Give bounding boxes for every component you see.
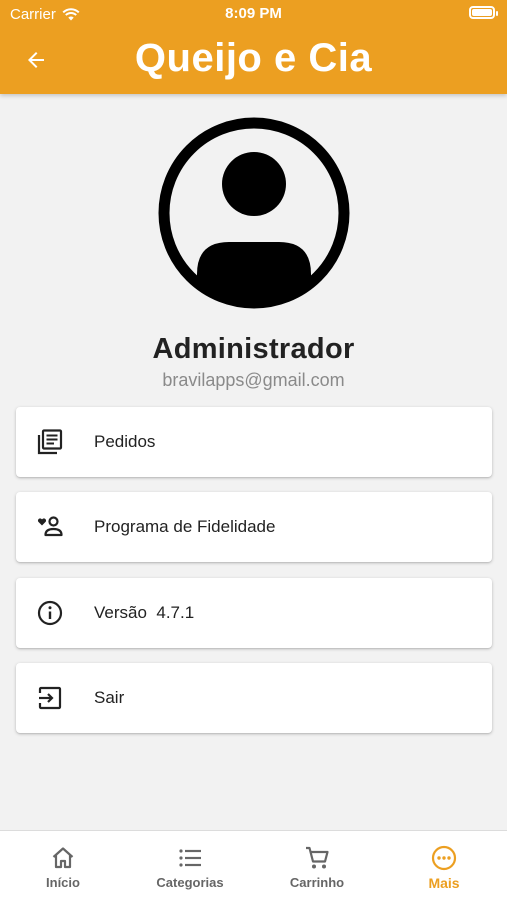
loyalty-user-heart-icon	[36, 513, 64, 541]
logout-icon	[36, 684, 64, 712]
menu-item-versao[interactable]: Versão 4.7.1	[16, 578, 492, 648]
account-circle-icon	[158, 117, 350, 309]
menu-item-label: Sair	[94, 688, 125, 707]
bottom-tab-bar: Início Categorias Carrinho Mais	[0, 830, 507, 900]
menu-item-fidelidade[interactable]: Programa de Fidelidade	[16, 492, 492, 562]
app-title: Queijo e Cia	[134, 36, 373, 80]
tab-mais[interactable]: Mais	[381, 831, 507, 900]
tab-inicio[interactable]: Início	[0, 831, 126, 900]
info-icon	[36, 599, 64, 627]
user-name: Administrador	[152, 333, 355, 365]
home-icon	[0, 845, 126, 871]
menu-item-pedidos[interactable]: Pedidos	[16, 407, 492, 477]
tab-label: Mais	[428, 875, 460, 891]
tab-label: Início	[46, 875, 80, 890]
menu-item-label: Versão 4.7.1	[94, 603, 195, 622]
app-header: Carrier 8:09 PM Queijo e Cia	[0, 0, 507, 94]
user-email: bravilapps@gmail.com	[162, 370, 345, 390]
tab-label: Carrinho	[289, 875, 345, 890]
status-bar: Carrier 8:09 PM	[0, 0, 507, 28]
orders-list-icon	[36, 428, 64, 456]
battery-icon	[469, 6, 498, 19]
tab-categorias[interactable]: Categorias	[127, 831, 253, 900]
cart-icon	[254, 845, 380, 871]
menu-item-label: Pedidos	[94, 432, 156, 451]
menu-item-label: Programa de Fidelidade	[94, 517, 276, 536]
tab-carrinho[interactable]: Carrinho	[254, 831, 380, 900]
menu-item-sair[interactable]: Sair	[16, 663, 492, 733]
status-time: 8:09 PM	[225, 5, 282, 22]
more-circle-icon	[381, 845, 507, 871]
list-icon	[127, 845, 253, 871]
tab-label: Categorias	[156, 875, 224, 890]
